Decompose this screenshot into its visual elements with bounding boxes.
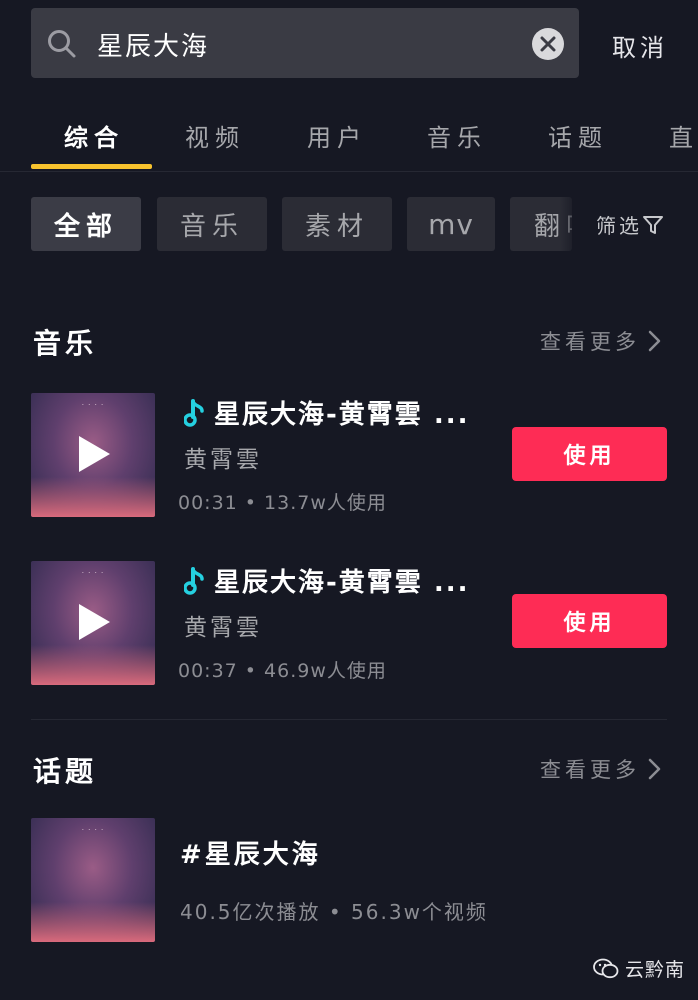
watermark-text: 云黔南 [625, 959, 686, 981]
search-input[interactable]: 星辰大海 [97, 26, 209, 63]
active-tab-indicator [31, 164, 152, 169]
clear-search-button[interactable] [532, 28, 564, 60]
filter-mv[interactable]: mv [407, 197, 495, 251]
search-bar[interactable]: 星辰大海 [31, 8, 579, 78]
tab-bar: 综合 视频 用户 音乐 话题 直 [0, 100, 698, 170]
filter-material[interactable]: 素材 [282, 197, 392, 251]
search-icon [48, 30, 76, 58]
music-section-title: 音乐 [33, 327, 98, 360]
divider [0, 171, 698, 172]
filter-fade [560, 197, 580, 251]
cancel-button[interactable]: 取消 [612, 28, 668, 63]
music-view-more-label: 查看更多 [540, 330, 640, 354]
music-title[interactable]: 星辰大海-黄霄雲 ... [184, 562, 469, 599]
topic-title[interactable]: #星辰大海 [180, 834, 321, 871]
music-note-icon [184, 566, 204, 595]
topic-section-title: 话题 [33, 755, 98, 788]
music-cover[interactable]: · · · · [31, 393, 155, 517]
use-music-button[interactable]: 使用 [512, 594, 667, 648]
chevron-right-icon [648, 330, 661, 352]
tab-video[interactable]: 视频 [185, 118, 245, 153]
filter-all[interactable]: 全部 [31, 197, 141, 251]
watermark: 云黔南 [593, 955, 685, 982]
close-icon [540, 36, 556, 52]
music-artist: 黄霄雲 [184, 447, 262, 473]
music-artist: 黄霄雲 [184, 615, 262, 641]
tab-user[interactable]: 用户 [307, 118, 367, 153]
music-cover[interactable]: · · · · [31, 561, 155, 685]
filter-screen-label: 筛选 [596, 214, 642, 238]
topic-cover[interactable]: · · · · [31, 818, 155, 942]
tab-live[interactable]: 直 [669, 118, 698, 153]
play-icon[interactable] [75, 601, 113, 643]
topic-view-more[interactable]: 查看更多 [540, 754, 664, 784]
filter-music[interactable]: 音乐 [157, 197, 267, 251]
tab-topic[interactable]: 话题 [548, 118, 608, 153]
filter-screen-button[interactable]: 筛选 [596, 210, 664, 239]
chevron-right-icon [648, 758, 661, 780]
tab-comprehensive[interactable]: 综合 [64, 118, 124, 153]
music-title[interactable]: 星辰大海-黄霄雲 ... [184, 394, 469, 431]
use-music-button[interactable]: 使用 [512, 427, 667, 481]
topic-meta: 40.5亿次播放 • 56.3w个视频 [180, 900, 488, 924]
music-title-text: 星辰大海-黄霄雲 ... [214, 400, 470, 430]
play-icon[interactable] [75, 433, 113, 475]
wechat-icon [593, 958, 619, 978]
tab-music[interactable]: 音乐 [427, 118, 487, 153]
music-meta: 00:37 • 46.9w人使用 [178, 660, 387, 682]
music-note-icon [184, 398, 204, 427]
music-title-text: 星辰大海-黄霄雲 ... [214, 568, 470, 598]
topic-view-more-label: 查看更多 [540, 758, 640, 782]
section-divider [31, 719, 667, 720]
funnel-icon [643, 215, 663, 234]
music-view-more[interactable]: 查看更多 [540, 326, 664, 356]
music-meta: 00:31 • 13.7w人使用 [178, 492, 387, 514]
